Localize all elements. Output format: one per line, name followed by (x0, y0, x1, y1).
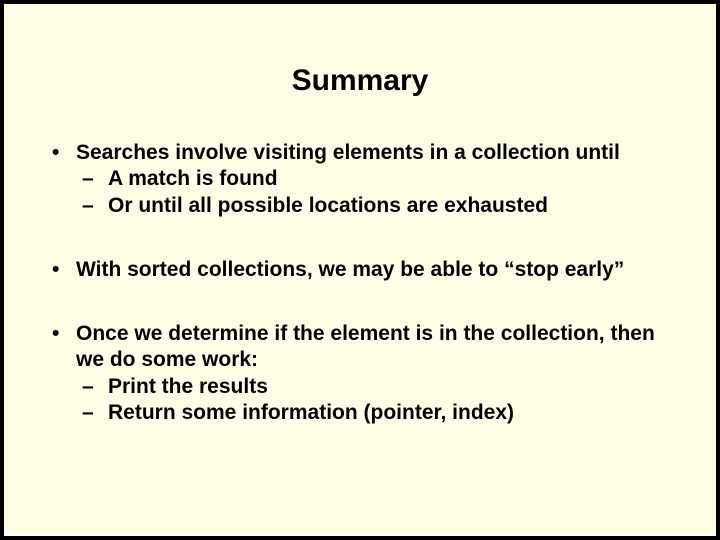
sub-list: A match is found Or until all possible l… (76, 166, 676, 219)
bullet-text: Searches involve visiting elements in a … (76, 141, 620, 164)
slide: Summary Searches involve visiting elemen… (0, 0, 720, 540)
bullet-text: With sorted collections, we may be able … (76, 258, 624, 281)
bullet-item: Once we determine if the element is in t… (44, 321, 676, 426)
bullet-item: Searches involve visiting elements in a … (44, 140, 676, 219)
slide-title: Summary (44, 64, 676, 98)
bullet-list: Searches involve visiting elements in a … (44, 140, 676, 426)
bullet-text: Once we determine if the element is in t… (76, 322, 655, 371)
sub-item: Print the results (76, 374, 676, 400)
sub-list: Print the results Return some informatio… (76, 374, 676, 427)
sub-item: Or until all possible locations are exha… (76, 193, 676, 219)
sub-item: Return some information (pointer, index) (76, 400, 676, 426)
sub-item: A match is found (76, 166, 676, 192)
bullet-item: With sorted collections, we may be able … (44, 257, 676, 283)
